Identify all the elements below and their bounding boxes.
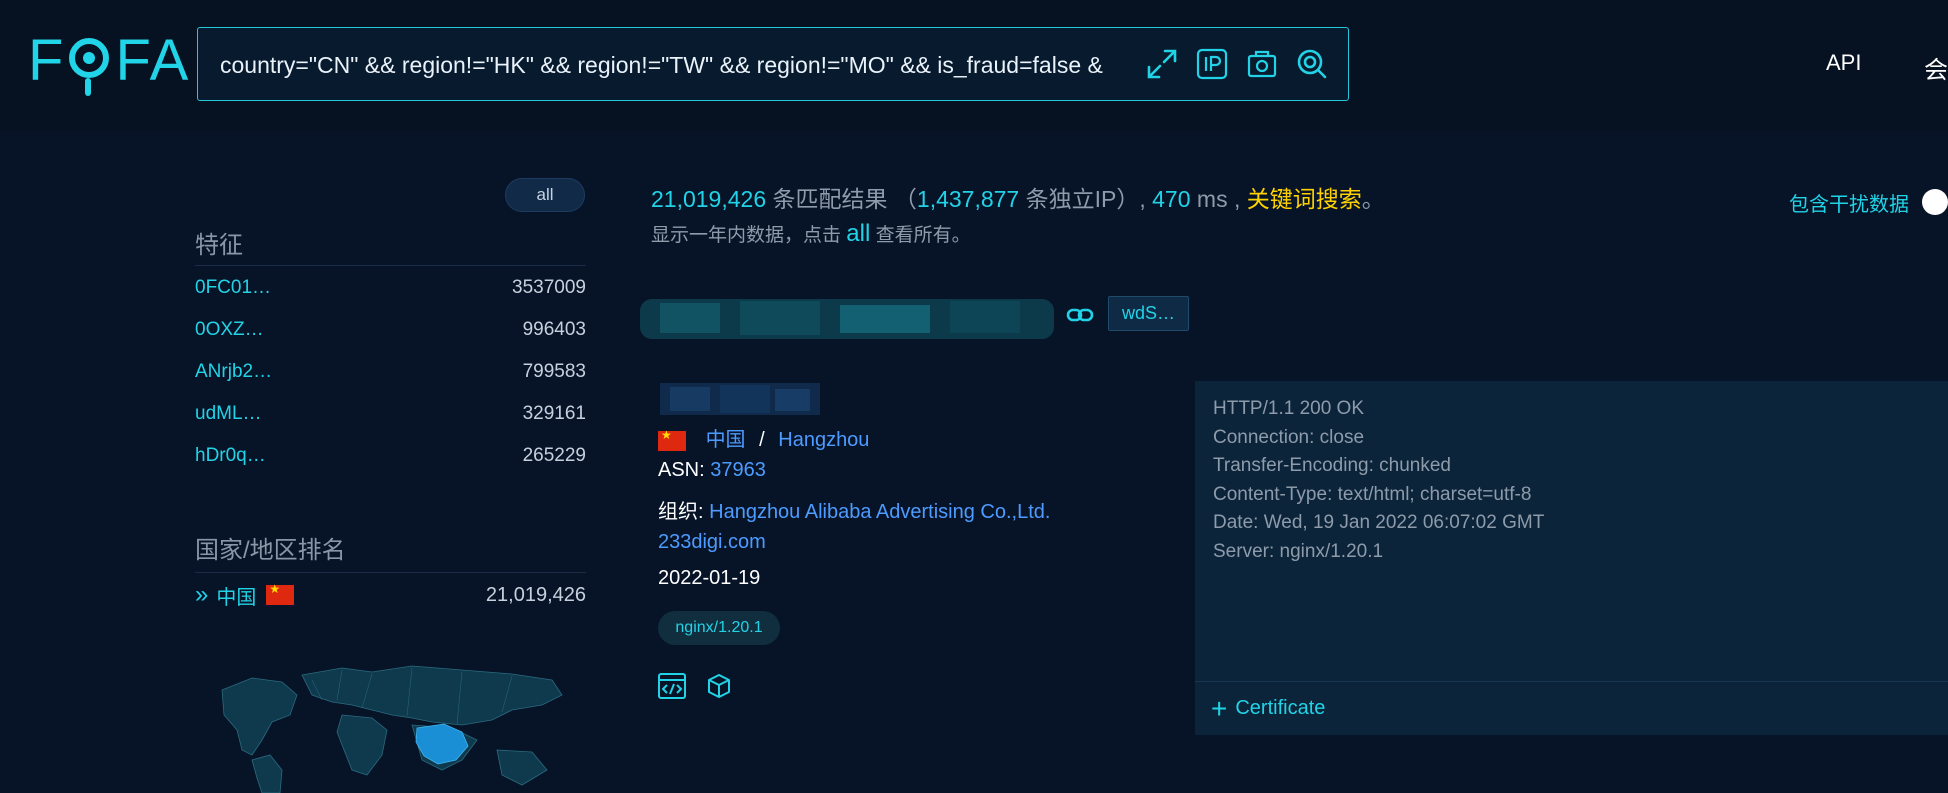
search-icon[interactable]	[1294, 46, 1330, 82]
link-chain-icon[interactable]	[1066, 306, 1094, 329]
feature-count: 329161	[522, 403, 586, 424]
total-results-label: 条匹配结果	[772, 186, 888, 212]
nav-api-link[interactable]: API	[1826, 50, 1861, 76]
city-link[interactable]: Hangzhou	[778, 429, 869, 451]
org-label: 组织:	[658, 501, 704, 523]
host-tag-chip[interactable]: wdS…	[1108, 296, 1189, 331]
feature-key[interactable]: hDr0q…	[195, 445, 266, 467]
country-item[interactable]: » 中国 21,019,426	[195, 580, 586, 610]
china-flag-icon	[658, 428, 686, 451]
search-input[interactable]	[220, 46, 1142, 84]
redacted-host	[640, 299, 1054, 339]
note-text: 显示一年内数据，点击	[651, 225, 842, 246]
record-actions	[657, 672, 733, 705]
expand-icon[interactable]	[1144, 46, 1180, 82]
feature-key[interactable]: 0OXZ…	[195, 319, 264, 341]
feature-count: 3537009	[512, 277, 586, 298]
plus-icon: +	[1211, 692, 1228, 724]
period: 。	[1361, 186, 1385, 212]
http-banner-panel: HTTP/1.1 200 OK Connection: close Transf…	[1195, 381, 1948, 735]
country-count: 21,019,426	[485, 583, 586, 606]
feature-item[interactable]: 0FC01… 3537009	[195, 273, 586, 303]
code-icon[interactable]	[657, 672, 687, 705]
redacted-ip	[660, 383, 820, 415]
features-divider	[195, 265, 586, 266]
show-all-link[interactable]: all	[846, 220, 870, 247]
note-text-end: 查看所有。	[875, 225, 971, 246]
country-link[interactable]: 中国	[706, 429, 746, 451]
feature-item[interactable]: hDr0q… 265229	[195, 441, 586, 471]
world-map	[221, 665, 563, 793]
date-line: 2022-01-19	[658, 567, 761, 589]
domain-line: 233digi.com	[658, 531, 766, 554]
certificate-expander[interactable]: + Certificate	[1195, 681, 1948, 735]
search-box	[197, 27, 1349, 101]
certificate-label[interactable]: Certificate	[1235, 697, 1325, 720]
paren-open: （	[893, 186, 917, 212]
query-time-unit: ms ,	[1196, 186, 1241, 212]
screenshot-icon[interactable]	[1244, 46, 1280, 82]
logo-magnifier-icon	[67, 30, 113, 96]
feature-item[interactable]: udML… 329161	[195, 399, 586, 429]
country-name[interactable]: 中国	[216, 581, 256, 610]
ip-icon[interactable]	[1194, 46, 1230, 82]
cube-icon[interactable]	[705, 672, 733, 705]
time-range-note: 显示一年内数据，点击 all 查看所有。	[651, 220, 971, 248]
country-ranking-title: 国家/地区排名	[195, 537, 346, 564]
total-results: 21,019,426	[651, 186, 767, 212]
feature-key[interactable]: ANrjb2…	[195, 361, 272, 383]
fofa-logo[interactable]: F FA	[28, 28, 191, 96]
search-actions	[1144, 46, 1330, 82]
query-time: 470	[1152, 186, 1191, 212]
feature-count: 265229	[522, 445, 586, 466]
asn-link[interactable]: 37963	[710, 459, 766, 481]
location-line: 中国 / Hangzhou	[658, 423, 869, 452]
china-flag-icon	[266, 582, 295, 605]
feature-item[interactable]: 0OXZ… 996403	[195, 315, 586, 345]
feature-item[interactable]: ANrjb2… 799583	[195, 357, 586, 387]
http-banner-text: HTTP/1.1 200 OK Connection: close Transf…	[1213, 398, 1545, 562]
logo-letter-f: F	[28, 28, 66, 93]
asn-label: ASN:	[658, 459, 705, 481]
country-divider	[195, 572, 586, 573]
feature-key[interactable]: 0FC01…	[195, 277, 271, 299]
include-noise-toggle[interactable]	[1922, 189, 1948, 215]
org-link[interactable]: Hangzhou Alibaba Advertising Co.,Ltd.	[709, 501, 1050, 523]
domain-link[interactable]: 233digi.com	[658, 531, 766, 553]
unique-ip-label: 条独立IP）,	[1025, 186, 1146, 212]
include-noise-toggle-label[interactable]: 包含干扰数据	[1789, 188, 1909, 217]
feature-count: 799583	[522, 361, 586, 382]
nav-membership-link[interactable]: 会	[1924, 50, 1948, 85]
server-tag-chip[interactable]: nginx/1.20.1	[658, 611, 780, 645]
logo-letters-fa: FA	[115, 28, 191, 93]
feature-key[interactable]: udML…	[195, 403, 262, 425]
double-chevron-right-icon: »	[195, 581, 209, 608]
all-filter-button[interactable]: all	[505, 178, 585, 212]
keyword-search-link[interactable]: 关键词搜索	[1247, 186, 1362, 212]
features-title: 特征	[195, 232, 243, 259]
unique-ip-count: 1,437,877	[916, 186, 1020, 212]
top-header: F FA country="CN" && region!="HK" && reg…	[0, 0, 1948, 130]
location-separator: /	[759, 429, 765, 451]
org-line: 组织: Hangzhou Alibaba Advertising Co.,Ltd…	[658, 495, 1050, 524]
asn-line: ASN: 37963	[658, 459, 766, 482]
feature-count: 996403	[522, 319, 586, 340]
results-summary: 21,019,426 条匹配结果 （1,437,877 条独立IP）, 470 …	[651, 180, 1385, 214]
